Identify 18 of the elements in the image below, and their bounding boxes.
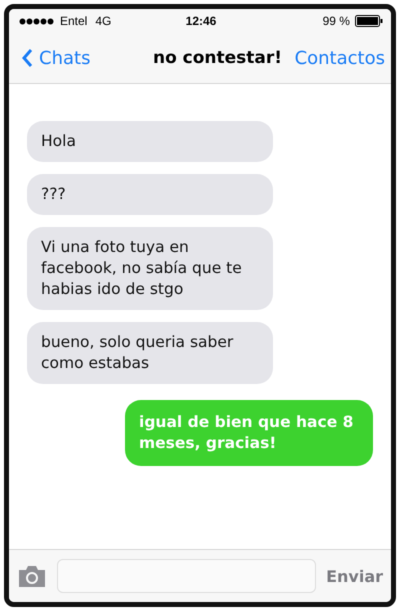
received-message-bubble: ??? <box>27 174 273 215</box>
received-message-bubble: Vi una foto tuya en facebook, no sabía que te habias ido de stgo <box>27 227 273 310</box>
received-message-bubble: bueno, solo queria saber como estabas <box>27 322 273 384</box>
carrier-name: Entel <box>60 14 88 28</box>
contacts-button[interactable]: Contactos <box>294 48 385 68</box>
signal-icon <box>19 18 55 24</box>
sent-message-bubble: igual de bien que hace 8 meses, gracias! <box>125 400 373 466</box>
send-button[interactable]: Enviar <box>326 566 383 586</box>
battery-percent: 99 % <box>322 14 350 28</box>
status-time: 12:46 <box>186 14 216 28</box>
battery-icon <box>354 15 383 27</box>
received-message-bubble: Hola <box>27 121 273 162</box>
network-type: 4G <box>95 14 112 28</box>
message-input[interactable] <box>57 559 316 593</box>
camera-icon[interactable] <box>17 565 47 587</box>
back-button[interactable]: Chats <box>21 48 90 68</box>
chevron-left-icon <box>21 48 33 68</box>
chat-title: no contestar! <box>152 48 282 68</box>
